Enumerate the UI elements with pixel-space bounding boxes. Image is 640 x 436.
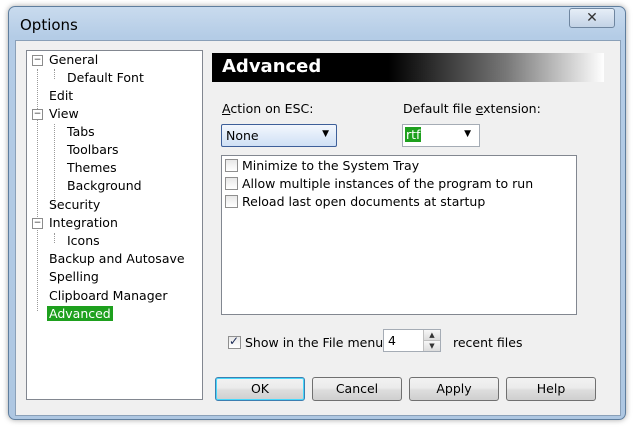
tree-item-integration[interactable]: Integration [49, 214, 118, 232]
chevron-down-icon: ▼ [464, 129, 471, 139]
dialog-client: − − − General Default Font Edit View Tab… [15, 40, 621, 416]
stepper-buttons: ▲ ▼ [423, 330, 440, 351]
file-extension-label: Default file extension: [403, 101, 541, 116]
stepper-down-icon[interactable]: ▼ [424, 341, 440, 351]
collapse-integration-icon[interactable]: − [32, 218, 43, 229]
chevron-down-icon: ▼ [322, 129, 329, 139]
checkbox[interactable] [225, 159, 238, 172]
tree-item-icons[interactable]: Icons [67, 232, 100, 250]
tree-connector-line [54, 124, 55, 207]
stepper-up-icon[interactable]: ▲ [424, 330, 440, 341]
file-extension-dropdown[interactable]: rtf ▼ [402, 124, 480, 147]
tree-item-general[interactable]: General [49, 51, 98, 69]
option-minimize-tray[interactable]: Minimize to the System Tray [225, 158, 419, 176]
esc-action-label: Action on ESC: [222, 101, 314, 116]
tree-item-default-font[interactable]: Default Font [67, 69, 144, 87]
file-extension-value: rtf [405, 127, 422, 142]
tree-item-spelling[interactable]: Spelling [49, 268, 99, 286]
options-checklist: Minimize to the System Tray Allow multip… [221, 155, 577, 315]
section-heading: Advanced [222, 56, 322, 77]
recent-files-count[interactable]: 4 [388, 333, 396, 348]
apply-button[interactable]: Apply [409, 377, 499, 401]
checkbox[interactable] [225, 177, 238, 190]
tree-connector-line [54, 69, 55, 79]
ok-button[interactable]: OK [215, 377, 305, 401]
show-in-file-menu-checkbox[interactable] [228, 334, 241, 349]
option-multiple-instances[interactable]: Allow multiple instances of the program … [225, 176, 533, 194]
tree-item-view[interactable]: View [49, 105, 79, 123]
tree-item-themes[interactable]: Themes [67, 159, 117, 177]
collapse-general-icon[interactable]: − [32, 55, 43, 66]
tree-item-tabs[interactable]: Tabs [67, 123, 95, 141]
esc-action-value: None [226, 128, 259, 143]
options-tree[interactable]: − − − General Default Font Edit View Tab… [26, 50, 203, 400]
section-banner: Advanced [212, 53, 604, 82]
recent-files-label: recent files [453, 335, 523, 350]
tree-item-backup-autosave[interactable]: Backup and Autosave [49, 250, 185, 268]
recent-files-stepper[interactable]: 4 ▲ ▼ [383, 329, 441, 352]
tree-connector-line [37, 69, 38, 311]
cancel-button[interactable]: Cancel [312, 377, 402, 401]
tree-item-edit[interactable]: Edit [49, 87, 73, 105]
collapse-view-icon[interactable]: − [32, 109, 43, 120]
close-button[interactable]: ✕ [569, 8, 615, 28]
option-reload-documents[interactable]: Reload last open documents at startup [225, 194, 485, 212]
tree-item-advanced[interactable]: Advanced [47, 305, 113, 323]
show-in-file-menu[interactable]: Show in the File menu [228, 334, 383, 350]
tree-item-toolbars[interactable]: Toolbars [67, 141, 119, 159]
esc-action-dropdown[interactable]: None ▼ [221, 124, 337, 147]
checkbox[interactable] [225, 195, 238, 208]
help-button[interactable]: Help [506, 377, 596, 401]
tree-item-background[interactable]: Background [67, 177, 142, 195]
tree-item-clipboard-manager[interactable]: Clipboard Manager [49, 287, 167, 305]
tree-item-security[interactable]: Security [49, 196, 100, 214]
close-icon: ✕ [586, 10, 598, 26]
window-title: Options [20, 16, 78, 34]
options-window: Options ✕ − − − General Default Font Edi… [8, 6, 626, 420]
tree-connector-line [54, 233, 55, 243]
